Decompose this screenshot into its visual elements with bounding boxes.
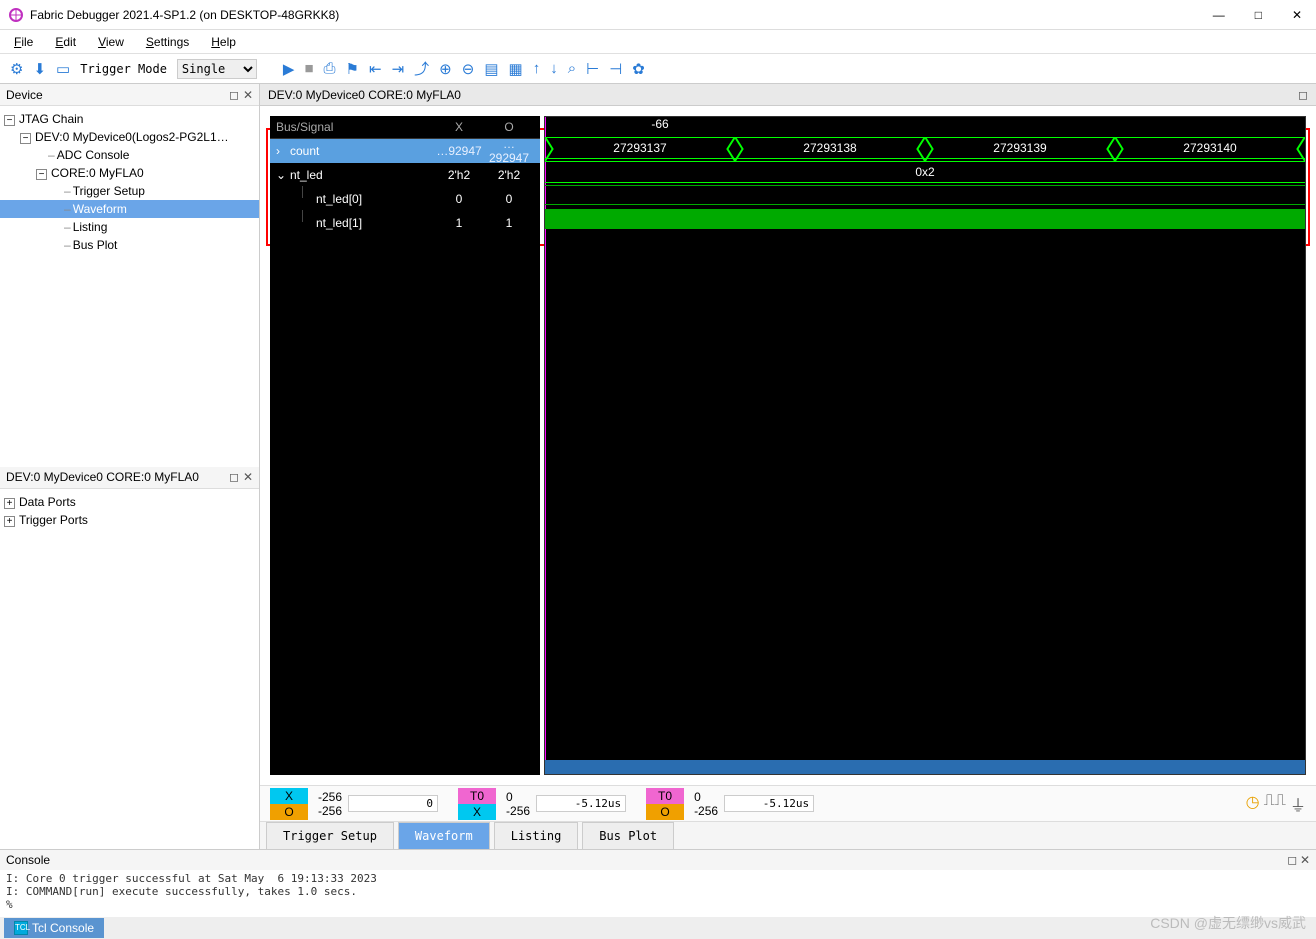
settings-icon[interactable]: ✿ bbox=[632, 60, 645, 78]
menu-view[interactable]: View bbox=[98, 35, 124, 49]
panel-close-icon[interactable]: ✕ bbox=[243, 88, 253, 102]
tab-listheader[interactable]: Listing bbox=[494, 822, 579, 849]
titlebar: Fabric Debugger 2021.4-SP1.2 (on DESKTOP… bbox=[0, 0, 1316, 30]
view-tabs: Trigger Setup Waveform Listing Bus Plot bbox=[260, 821, 1316, 849]
device-tree[interactable]: −JTAG Chain −DEV:0 MyDevice0(Logos2-PG2L… bbox=[0, 106, 259, 467]
signal-list[interactable]: Bus/Signal X O › count …92947 …292947 ⌄ … bbox=[270, 116, 540, 775]
connect-icon[interactable]: ⚙ bbox=[10, 60, 23, 78]
wave-row-ntled: 0x2 bbox=[545, 161, 1305, 185]
trigger-mode-select[interactable]: Single bbox=[177, 59, 257, 79]
wave-row-count: 27293137 27293138 27293139 27293140 bbox=[545, 137, 1305, 161]
col-bus-signal: Bus/Signal bbox=[276, 120, 434, 134]
zoom-out-icon[interactable]: ⊖ bbox=[462, 60, 475, 78]
panel-float-icon[interactable]: ◻ bbox=[1298, 88, 1308, 102]
tool-icon-7[interactable]: ⊢ bbox=[586, 60, 599, 78]
expand-icon[interactable]: › bbox=[276, 144, 290, 158]
analog-icon[interactable]: ⏚ bbox=[1290, 792, 1306, 816]
menu-edit[interactable]: Edit bbox=[55, 35, 76, 49]
tree-listing[interactable]: –Listing bbox=[0, 218, 259, 236]
time-scale: -66 bbox=[545, 117, 1305, 135]
signal-row-count[interactable]: › count …92947 …292947 bbox=[270, 139, 540, 163]
menu-settings[interactable]: Settings bbox=[146, 35, 189, 49]
cursor-status-row: X O -256 -256 T0 X 0 -256 bbox=[260, 785, 1316, 821]
tree-data-ports[interactable]: +Data Ports bbox=[0, 493, 259, 511]
signal-row-ntled[interactable]: ⌄ nt_led 2'h2 2'h2 bbox=[270, 163, 540, 187]
tree-trigger-ports[interactable]: +Trigger Ports bbox=[0, 511, 259, 529]
tool-icon-1[interactable]: ⎙ bbox=[324, 60, 336, 77]
device-panel-title: Device bbox=[6, 88, 43, 102]
diff-input-1[interactable] bbox=[348, 795, 438, 812]
panel-close-icon[interactable]: ✕ bbox=[243, 470, 253, 484]
toolbar: ⚙ ⬇ ▭ Trigger Mode Single ▶ ■ ⎙ ⚑ ⇤ ⇥ ⤴ … bbox=[0, 54, 1316, 84]
run-icon[interactable]: ▶ bbox=[283, 60, 295, 78]
maximize-button[interactable]: □ bbox=[1249, 6, 1268, 24]
panel-close-icon[interactable]: ✕ bbox=[1300, 853, 1310, 867]
waveform-area: Bus/Signal X O › count …92947 …292947 ⌄ … bbox=[260, 106, 1316, 785]
tree-waveform[interactable]: –Waveform bbox=[0, 200, 259, 218]
waveform-title: DEV:0 MyDevice0 CORE:0 MyFLA0 bbox=[268, 88, 461, 102]
menu-file[interactable]: File bbox=[14, 35, 33, 49]
ports-tree[interactable]: +Data Ports +Trigger Ports bbox=[0, 489, 259, 850]
console-panel: Console ◻ ✕ I: Core 0 trigger successful… bbox=[0, 849, 1316, 939]
tab-waveform[interactable]: Waveform bbox=[398, 822, 490, 849]
h-scrollbar[interactable] bbox=[545, 760, 1305, 774]
window-title: Fabric Debugger 2021.4-SP1.2 (on DESKTOP… bbox=[30, 8, 1207, 22]
tree-core[interactable]: −CORE:0 MyFLA0 bbox=[0, 164, 259, 182]
tcl-icon: TCL bbox=[14, 921, 28, 935]
cursor-box-xo: X O -256 -256 bbox=[270, 788, 438, 820]
device-panel-header: Device ◻ ✕ bbox=[0, 84, 259, 106]
signal-row-ntled0[interactable]: nt_led[0] 0 0 bbox=[270, 187, 540, 211]
clock-icon[interactable]: ◷ bbox=[1246, 792, 1260, 816]
up-icon[interactable]: ↑ bbox=[533, 60, 541, 77]
waveform-view[interactable]: -66 27293137 27293138 27293139 27293140 bbox=[544, 116, 1306, 775]
cursor-box-t0o: T0 O 0 -256 bbox=[646, 788, 814, 820]
menubar: File Edit View Settings Help bbox=[0, 30, 1316, 54]
stop-icon[interactable]: ■ bbox=[304, 60, 313, 77]
tool-icon-5[interactable]: ⤴ bbox=[414, 58, 429, 79]
col-o: O bbox=[484, 120, 534, 134]
tool-icon-6[interactable]: ⌕ bbox=[568, 60, 576, 77]
close-button[interactable]: ✕ bbox=[1286, 6, 1308, 24]
diff-input-3[interactable] bbox=[724, 795, 814, 812]
digital-icon[interactable]: ⎍⎍ bbox=[1264, 792, 1286, 816]
download-icon[interactable]: ⬇ bbox=[33, 60, 46, 78]
console-title: Console bbox=[6, 853, 50, 867]
wave-row-ntled0 bbox=[545, 185, 1305, 209]
waveform-header: DEV:0 MyDevice0 CORE:0 MyFLA0 ◻ bbox=[260, 84, 1316, 106]
tree-bus-plot[interactable]: –Bus Plot bbox=[0, 236, 259, 254]
tab-bus-plot[interactable]: Bus Plot bbox=[582, 822, 674, 849]
tool-icon-4[interactable]: ⇥ bbox=[392, 60, 405, 78]
tab-trigger-setup[interactable]: Trigger Setup bbox=[266, 822, 394, 849]
menu-help[interactable]: Help bbox=[211, 35, 236, 49]
grid-icon[interactable]: ▦ bbox=[509, 60, 523, 78]
tool-icon-8[interactable]: ⊣ bbox=[609, 60, 622, 78]
tree-trigger-setup[interactable]: –Trigger Setup bbox=[0, 182, 259, 200]
collapse-icon[interactable]: ⌄ bbox=[276, 168, 290, 182]
trigger-mode-label: Trigger Mode bbox=[80, 62, 167, 76]
zoom-in-icon[interactable]: ⊕ bbox=[439, 60, 452, 78]
ports-panel-title: DEV:0 MyDevice0 CORE:0 MyFLA0 bbox=[6, 470, 199, 484]
wave-row-ntled1 bbox=[545, 209, 1305, 233]
device-icon[interactable]: ▭ bbox=[56, 60, 70, 78]
console-output[interactable]: I: Core 0 trigger successful at Sat May … bbox=[0, 870, 1316, 917]
col-x: X bbox=[434, 120, 484, 134]
tool-icon-3[interactable]: ⇤ bbox=[369, 60, 382, 78]
tree-adc-console[interactable]: –ADC Console bbox=[0, 146, 259, 164]
tcl-console-tab[interactable]: TCL Tcl Console bbox=[4, 918, 104, 938]
minimize-button[interactable]: — bbox=[1207, 6, 1231, 24]
down-icon[interactable]: ↓ bbox=[550, 60, 558, 77]
tree-jtag-chain[interactable]: −JTAG Chain bbox=[0, 110, 259, 128]
ports-panel-header: DEV:0 MyDevice0 CORE:0 MyFLA0 ◻ ✕ bbox=[0, 467, 259, 489]
signal-row-ntled1[interactable]: nt_led[1] 1 1 bbox=[270, 211, 540, 235]
cursor-box-t0x: T0 X 0 -256 bbox=[458, 788, 626, 820]
panel-float-icon[interactable]: ◻ bbox=[229, 88, 239, 102]
fit-icon[interactable]: ▤ bbox=[484, 60, 498, 78]
tree-device[interactable]: −DEV:0 MyDevice0(Logos2-PG2L1… bbox=[0, 128, 259, 146]
panel-float-icon[interactable]: ◻ bbox=[229, 470, 239, 484]
watermark: CSDN @虚无缥缈vs威武 bbox=[1150, 913, 1306, 933]
app-icon bbox=[8, 7, 24, 23]
panel-float-icon[interactable]: ◻ bbox=[1287, 853, 1297, 867]
diff-input-2[interactable] bbox=[536, 795, 626, 812]
tool-icon-2[interactable]: ⚑ bbox=[346, 60, 359, 78]
